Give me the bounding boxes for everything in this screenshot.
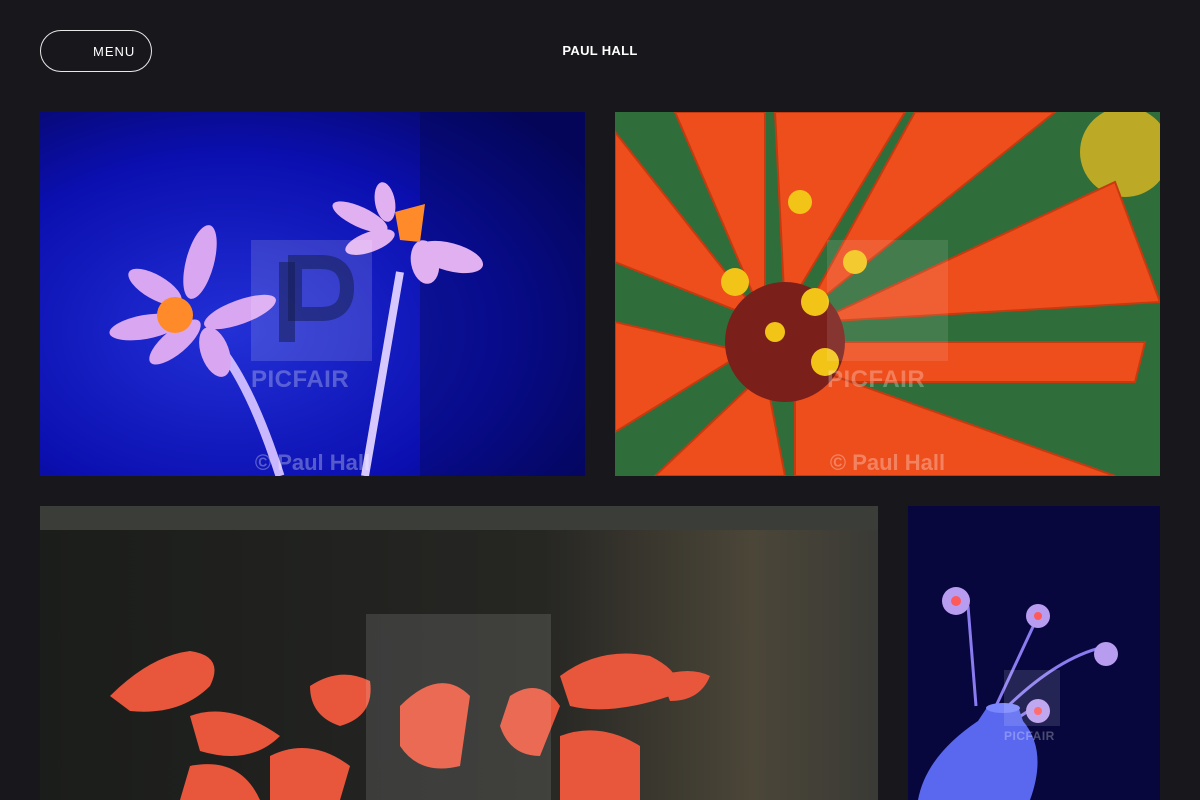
picfair-watermark: PICFAIR xyxy=(251,366,350,393)
site-header: MENU PAUL HALL xyxy=(0,0,1200,100)
gallery-photo-3[interactable] xyxy=(40,506,878,800)
picfair-logo-icon xyxy=(1004,670,1060,726)
photo-credit-watermark: © Paul Hall xyxy=(829,450,946,475)
gallery-photo-1[interactable]: PICFAIR © Paul Hall xyxy=(40,112,585,476)
picfair-watermark: PICFAIR xyxy=(1004,729,1055,743)
gallery-photo-4[interactable]: PICFAIR xyxy=(908,506,1160,800)
site-title[interactable]: PAUL HALL xyxy=(0,43,1200,58)
picfair-logo-icon xyxy=(251,240,372,361)
picfair-watermark: PICFAIR xyxy=(827,366,926,393)
gallery-photo-2[interactable]: PICFAIR © Paul Hall xyxy=(615,112,1160,476)
vase-flowers-image xyxy=(908,506,1160,800)
picfair-logo-icon xyxy=(827,240,948,361)
picfair-logo-icon xyxy=(366,614,551,800)
photo-credit-watermark: © Paul Hall xyxy=(254,450,371,475)
